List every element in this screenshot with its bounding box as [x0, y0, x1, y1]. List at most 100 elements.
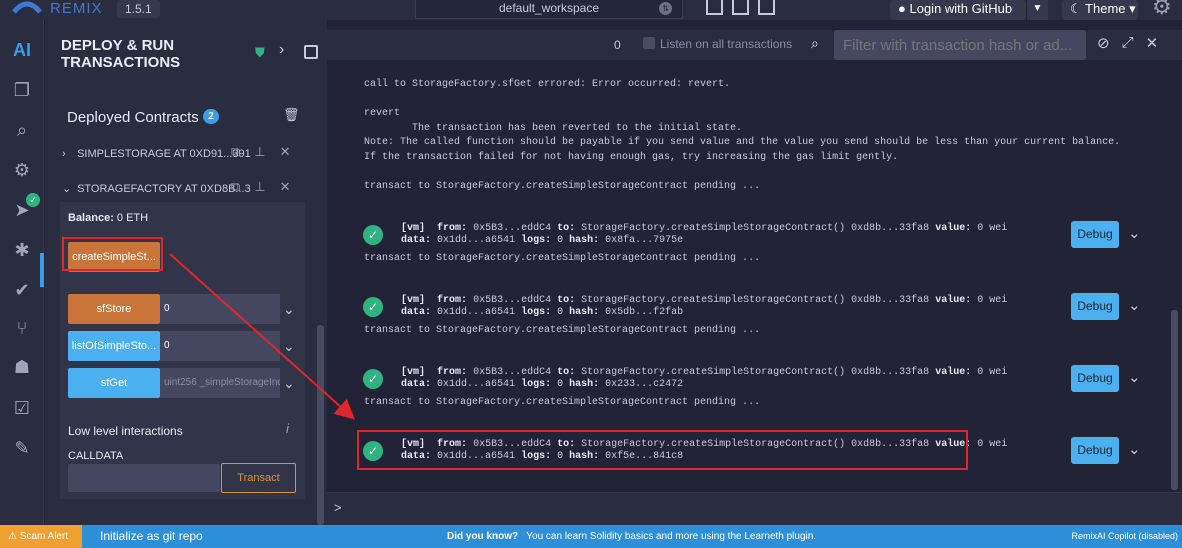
copy-icon[interactable]: ⧉	[231, 179, 240, 199]
copy-icon[interactable]: ⧉	[231, 144, 240, 164]
chevron-down-icon[interactable]: ⌄	[1128, 440, 1141, 458]
top-bar: REMIX 1.5.1 default_workspace ⇅ ● Login …	[0, 0, 1182, 20]
remix-logo-icon	[12, 1, 42, 14]
layout-left-icon[interactable]	[706, 0, 723, 15]
panel-scrollbar[interactable]	[317, 325, 324, 525]
clear-icon[interactable]: ⊘	[1097, 34, 1110, 52]
pin-icon[interactable]: ⊥	[254, 179, 265, 199]
login-github-button[interactable]: ● Login with GitHub	[890, 0, 1026, 20]
tx-entry[interactable]: [vm] from: 0x5B3...eddC4 to: StorageFact…	[401, 223, 1007, 247]
settings-gear-icon[interactable]: ⚙	[1152, 0, 1176, 20]
fn-list-of-simple-storage-button[interactable]: listOfSimpleSto...	[68, 331, 160, 361]
tip-title: Did you know?	[447, 531, 519, 542]
collapse-panel-icon[interactable]	[304, 45, 318, 59]
workspace-name: default_workspace	[498, 1, 600, 15]
chevron-down-icon[interactable]: ⌄	[283, 368, 299, 398]
search-icon[interactable]: ⌕	[811, 35, 819, 52]
plugin-manager-icon[interactable]: ✎	[10, 436, 34, 460]
chevron-down-icon[interactable]: ⌄	[283, 331, 299, 361]
tx-entry[interactable]: [vm] from: 0x5B3...eddC4 to: StorageFact…	[401, 367, 1007, 391]
deployed-count-badge: 2	[203, 109, 219, 124]
scam-alert-label: Scam Alert	[19, 531, 69, 542]
remixai-icon[interactable]: AI	[10, 38, 34, 62]
chevron-down-icon: ⌄	[62, 183, 72, 195]
list-input[interactable]: 0	[160, 331, 280, 361]
login-dropdown-button[interactable]: ▼	[1026, 0, 1048, 20]
version-badge: 1.5.1	[117, 0, 160, 18]
terminal-scrollbar[interactable]	[1171, 310, 1178, 490]
close-icon[interactable]: ✕	[280, 179, 291, 199]
warning-icon: ⚠	[8, 531, 17, 542]
sfget-input[interactable]: uint256 _simpleStorageInde	[160, 368, 280, 398]
status-bar: ⚠ Scam Alert Initialize as git repo Did …	[0, 525, 1182, 548]
compiler-icon[interactable]: ⚙	[10, 158, 34, 182]
close-icon[interactable]: ✕	[1146, 34, 1159, 52]
trash-icon[interactable]: 🗑	[283, 107, 300, 123]
highlight-box-transaction	[357, 430, 968, 470]
debug-button[interactable]: Debug	[1071, 437, 1119, 464]
contract-actions: ⧉ ⊥ ✕	[231, 144, 291, 164]
scam-alert-button[interactable]: ⚠ Scam Alert	[0, 525, 82, 548]
login-label: Login with GitHub	[909, 1, 1013, 16]
layout-toggles	[706, 0, 775, 16]
log-line: transact to StorageFactory.createSimpleS…	[364, 253, 761, 264]
chevron-down-icon[interactable]: ⌄	[1128, 224, 1141, 242]
success-check-icon: ✓	[363, 369, 383, 389]
info-icon[interactable]: i	[286, 421, 289, 436]
log-line: revert	[364, 108, 401, 119]
fn-sfget-button[interactable]: sfGet	[68, 368, 160, 398]
brand-name: REMIX	[50, 0, 103, 17]
contract-name: SIMPLESTORAGE AT 0XD91...391	[77, 148, 251, 160]
terminal-header: 0 Listen on all transactions ⌕ ⊘ ⤢ ✕	[327, 30, 1182, 60]
log-line: transact to StorageFactory.createSimpleS…	[364, 181, 761, 192]
tx-entry[interactable]: [vm] from: 0x5B3...eddC4 to: StorageFact…	[401, 295, 1007, 319]
debugger-icon[interactable]: ✱	[10, 238, 34, 262]
fn-sfstore-button[interactable]: sfStore	[68, 294, 160, 324]
panel-title: DEPLOY & RUN TRANSACTIONS	[61, 37, 181, 71]
log-line: transact to StorageFactory.createSimpleS…	[364, 325, 761, 336]
calldata-label: CALLDATA	[68, 450, 124, 462]
log-line: transact to StorageFactory.createSimpleS…	[364, 397, 761, 408]
workspace-select[interactable]: default_workspace ⇅	[415, 0, 683, 19]
learneth-icon[interactable]: ☗	[10, 355, 34, 379]
sfstore-input[interactable]: 0	[160, 294, 280, 324]
pending-count: 0	[614, 38, 621, 52]
theme-label: Theme	[1085, 1, 1126, 16]
debug-button[interactable]: Debug	[1071, 221, 1119, 248]
layout-right-icon[interactable]	[758, 0, 775, 15]
chevron-down-icon[interactable]: ⌄	[283, 294, 299, 324]
git-init-link[interactable]: Initialize as git repo	[100, 525, 203, 548]
balance-value: 0 ETH	[116, 212, 149, 224]
debug-button[interactable]: Debug	[1071, 365, 1119, 392]
chevron-right-icon[interactable]: ›	[279, 41, 284, 59]
tip-text: You can learn Solidity basics and more u…	[526, 531, 817, 542]
search-icon[interactable]: ⌕	[10, 118, 34, 142]
copilot-status[interactable]: RemixAI Copilot (disabled)	[1071, 525, 1178, 548]
chevron-down-icon[interactable]: ⌄	[1128, 368, 1141, 386]
contract-row-simplestorage[interactable]: › SIMPLESTORAGE AT 0XD91...391	[62, 144, 251, 164]
theme-button[interactable]: ☾ Theme ▾	[1062, 0, 1138, 20]
verify-icon[interactable]: ✔	[10, 278, 34, 302]
close-icon[interactable]: ✕	[280, 144, 291, 164]
transact-button[interactable]: Transact	[221, 463, 296, 493]
listen-label: Listen on all transactions	[660, 37, 793, 51]
checklist-icon[interactable]: ☑	[10, 396, 34, 420]
debug-button[interactable]: Debug	[1071, 293, 1119, 320]
layout-bottom-icon[interactable]	[732, 0, 749, 15]
chevron-down-icon[interactable]: ⌄	[1128, 296, 1141, 314]
balance: Balance: 0 ETH	[68, 212, 148, 224]
filter-input[interactable]	[834, 30, 1086, 60]
deploy-icon[interactable]: ➤	[10, 198, 34, 222]
tip: Did you know? You can learn Solidity bas…	[447, 525, 816, 548]
contract-row-storagefactory[interactable]: ⌄ STORAGEFACTORY AT 0XD8B...3	[62, 179, 251, 199]
terminal-prompt[interactable]: >	[327, 492, 1182, 525]
terminal-output: call to StorageFactory.sfGet errored: Er…	[327, 60, 1182, 492]
github-icon: ●	[898, 1, 906, 16]
pin-icon[interactable]: ⊥	[254, 144, 265, 164]
file-explorer-icon[interactable]: ❐	[10, 78, 34, 102]
listen-checkbox[interactable]	[643, 37, 655, 49]
calldata-input[interactable]	[68, 464, 220, 492]
log-line: If the transaction failed for not having…	[364, 152, 899, 163]
git-icon[interactable]: ⑂	[10, 316, 34, 340]
expand-icon[interactable]: ⤢	[1122, 34, 1134, 52]
